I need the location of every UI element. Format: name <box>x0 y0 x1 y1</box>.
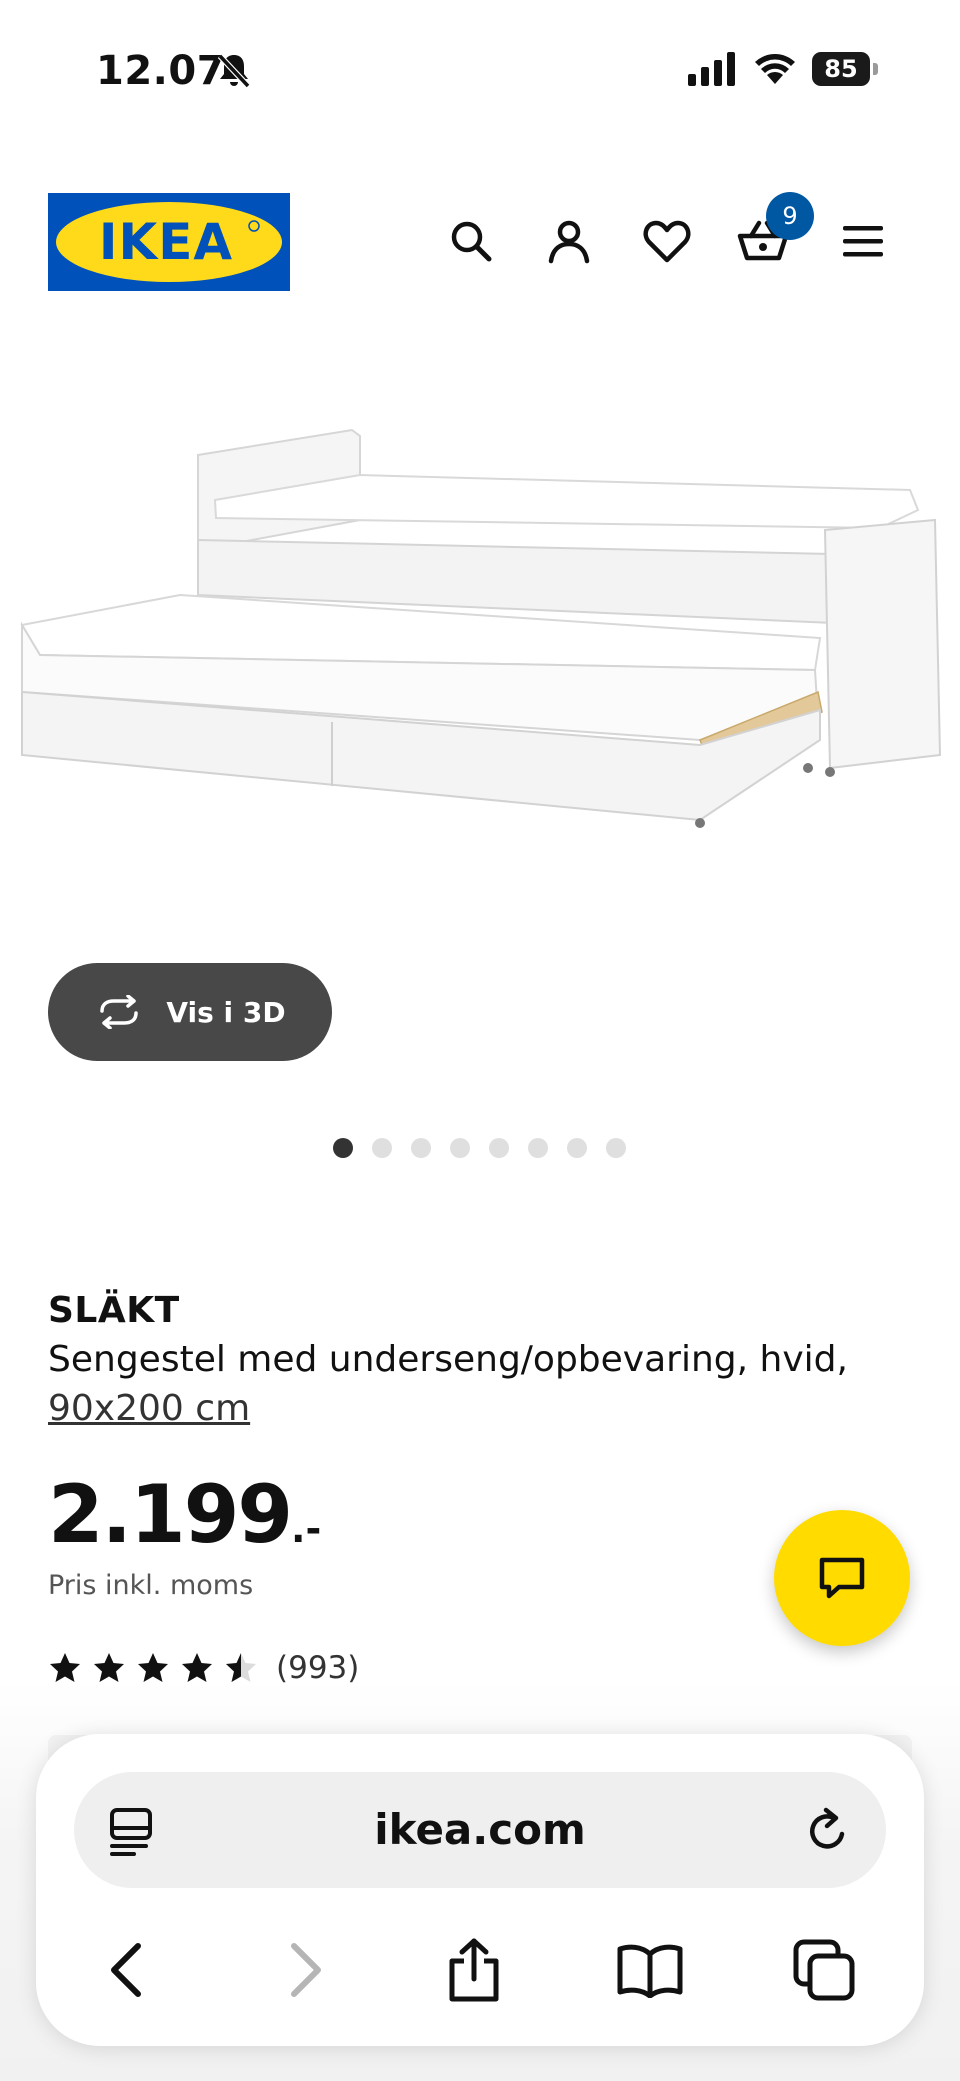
price-note: Pris inkl. moms <box>48 1570 254 1601</box>
book-icon <box>617 1944 683 1998</box>
product-image[interactable] <box>0 400 960 960</box>
star-icon <box>138 1653 168 1682</box>
pagination-dot[interactable] <box>372 1138 392 1158</box>
logo-graphic: IKEA <box>56 202 282 282</box>
star-icon <box>94 1653 124 1682</box>
pagination-dot[interactable] <box>606 1138 626 1158</box>
price-suffix: .- <box>291 1507 322 1551</box>
battery-icon: 85 <box>812 52 878 88</box>
bell-slash-icon <box>217 53 251 89</box>
view-3d-button[interactable]: Vis i 3D <box>48 963 332 1061</box>
chat-button[interactable] <box>774 1510 910 1646</box>
product-description: Sengestel med underseng/opbevaring, hvid… <box>48 1335 898 1433</box>
rotate-3d-icon <box>100 995 139 1029</box>
share-icon <box>449 1938 499 2002</box>
chat-icon <box>819 1557 865 1599</box>
product-name: SLÄKT <box>48 1290 180 1331</box>
pagination-dot[interactable] <box>528 1138 548 1158</box>
star-icon <box>182 1653 212 1682</box>
pagination-dot[interactable] <box>489 1138 509 1158</box>
url-text: ikea.com <box>374 1805 586 1854</box>
image-pagination <box>0 1138 960 1158</box>
ikea-logo[interactable]: IKEA <box>48 193 290 291</box>
battery-percent: 85 <box>824 55 858 83</box>
star-icon <box>50 1653 80 1682</box>
heart-icon <box>643 220 691 263</box>
forward-button[interactable] <box>266 1930 346 2010</box>
browser-toolbar: ikea.com <box>36 1734 924 2046</box>
back-button[interactable] <box>86 1930 166 2010</box>
tabs-icon <box>793 1939 855 2001</box>
tabs-button[interactable] <box>784 1930 864 2010</box>
signal-icon <box>688 52 735 86</box>
product-size-link[interactable]: 90x200 cm <box>48 1388 250 1429</box>
reload-icon[interactable] <box>804 1804 852 1856</box>
search-icon <box>451 221 492 262</box>
favourites-button[interactable] <box>638 212 696 270</box>
share-button[interactable] <box>434 1930 514 2010</box>
account-icon <box>548 220 590 264</box>
menu-button[interactable] <box>834 212 892 270</box>
pagination-dot[interactable] <box>411 1138 431 1158</box>
wifi-icon <box>755 54 795 84</box>
view-3d-label: Vis i 3D <box>166 995 286 1029</box>
address-bar[interactable]: ikea.com <box>74 1772 886 1888</box>
logo-text: IKEA <box>99 213 233 271</box>
pagination-dot[interactable] <box>333 1138 353 1158</box>
menu-icon <box>843 226 883 257</box>
bookmarks-button[interactable] <box>610 1930 690 2010</box>
product-description-text: Sengestel med underseng/opbevaring, hvid… <box>48 1339 848 1380</box>
pagination-dot[interactable] <box>450 1138 470 1158</box>
status-time: 12.07 <box>96 48 226 94</box>
pagination-dot[interactable] <box>567 1138 587 1158</box>
product-price: 2.199.- <box>48 1468 321 1561</box>
search-button[interactable] <box>442 212 500 270</box>
status-bar: 12.07 85 <box>0 0 960 140</box>
account-button[interactable] <box>540 212 598 270</box>
cart-count-badge: 9 <box>766 192 814 240</box>
chevron-left-icon <box>111 1943 141 1997</box>
price-main: 2.199 <box>48 1468 293 1561</box>
chevron-right-icon <box>291 1943 321 1997</box>
